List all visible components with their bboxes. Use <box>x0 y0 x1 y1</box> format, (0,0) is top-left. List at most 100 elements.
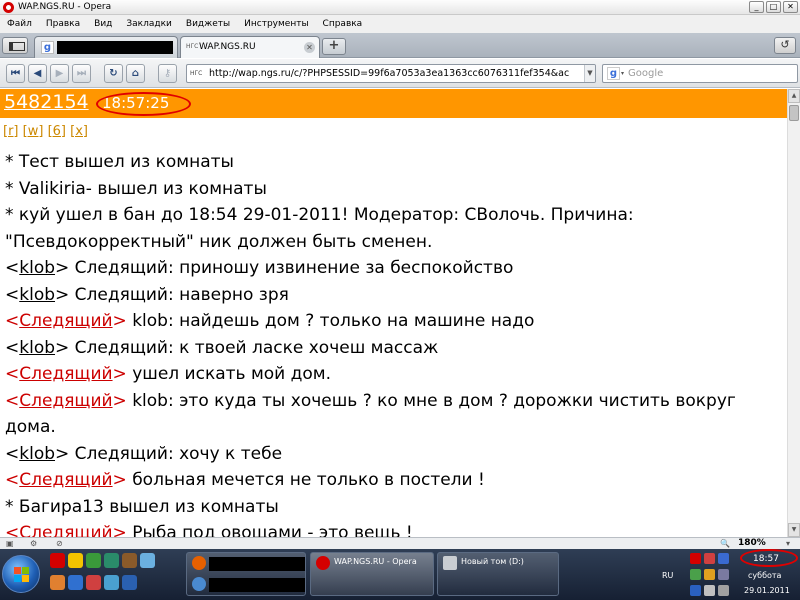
scroll-up-arrow-icon[interactable]: ▲ <box>788 89 800 103</box>
system-tray: RU 18:57 суббота 29.01.2011 <box>660 549 800 600</box>
nick-bracket: > <box>112 470 127 490</box>
nick-link[interactable]: Следящий <box>19 470 112 490</box>
nick-bracket: < <box>5 258 20 278</box>
quicklaunch-icon-7[interactable] <box>50 575 65 590</box>
close-button[interactable]: ✕ <box>783 1 798 13</box>
google-search-icon[interactable]: g <box>607 67 620 80</box>
bluetooth-icon[interactable] <box>690 585 701 596</box>
nick-link[interactable]: Следящий <box>19 311 112 331</box>
start-button[interactable] <box>2 555 40 593</box>
unite-icon[interactable]: ⊘ <box>56 539 63 549</box>
nick-link[interactable]: Следящий <box>19 391 112 411</box>
tray-opera-icon[interactable] <box>690 553 701 564</box>
search-engine-dropdown-icon[interactable]: ▾ <box>621 65 624 82</box>
back-button[interactable]: ◀ <box>28 64 47 83</box>
quicklaunch-icon-6[interactable] <box>140 553 155 568</box>
search-field[interactable]: g ▾ Google <box>602 64 798 83</box>
zoom-dropdown-icon[interactable]: ▾ <box>786 539 790 549</box>
tab-close-icon[interactable]: ✕ <box>304 42 315 53</box>
menu-widgets[interactable]: Виджеты <box>179 15 237 33</box>
nick-bracket: > <box>112 364 127 384</box>
chat-message-text: Следящий: к твоей ласке хочеш массаж <box>69 337 439 358</box>
security-key-icon[interactable]: ⚷ <box>158 64 177 83</box>
tray-icon-5[interactable] <box>704 569 715 580</box>
menu-tools[interactable]: Инструменты <box>237 15 315 33</box>
tab-google[interactable]: g <box>34 36 178 58</box>
language-indicator[interactable]: RU <box>662 571 673 580</box>
fast-forward-button[interactable]: ⏭ <box>72 64 91 83</box>
system-message-text: * Багира13 вышел из комнаты <box>5 496 279 517</box>
taskbar-item-firefox[interactable] <box>186 552 306 596</box>
tray-clock-day: суббота <box>748 571 782 580</box>
zoom-icon[interactable]: 🔍 <box>720 539 730 549</box>
quicklaunch-icon-11[interactable] <box>122 575 137 590</box>
tab-wap-ngs[interactable]: НГС WAP.NGS.RU ✕ <box>180 36 320 58</box>
scrollbar-thumb[interactable] <box>789 105 799 121</box>
address-field[interactable]: НГС http://wap.ngs.ru/c/?PHPSESSID=99f6a… <box>186 64 596 83</box>
minimize-button[interactable]: _ <box>749 1 764 13</box>
tray-icon-4[interactable] <box>690 569 701 580</box>
maximize-button[interactable]: □ <box>766 1 781 13</box>
taskbar-item-opera[interactable]: WAP.NGS.RU - Opera <box>310 552 434 596</box>
nick-bracket: > <box>112 311 127 331</box>
menu-bookmarks[interactable]: Закладки <box>119 15 179 33</box>
title-bar: WAP.NGS.RU - Opera _ □ ✕ <box>0 0 800 15</box>
chat-message-text: klob: найдешь дом ? только на машине над… <box>126 311 535 331</box>
nick-link[interactable]: klob <box>19 338 55 358</box>
url-dropdown-icon[interactable]: ▼ <box>584 65 595 82</box>
network-icon[interactable] <box>704 585 715 596</box>
chat-message-text: Следящий: наверно зря <box>69 284 289 305</box>
chat-message-text: Следящий: приношу извинение за беспокойс… <box>69 258 514 278</box>
tray-icon-2[interactable] <box>704 553 715 564</box>
nick-link[interactable]: klob <box>19 285 55 305</box>
url-text[interactable]: http://wap.ngs.ru/c/?PHPSESSID=99f6a7053… <box>209 65 569 82</box>
volume-icon[interactable] <box>718 585 729 596</box>
drive-icon <box>443 556 457 570</box>
chat-message: <Следящий> klob: найдешь дом ? только на… <box>5 308 785 335</box>
zoom-level[interactable]: 180% <box>738 538 766 549</box>
link-6[interactable]: [6] <box>48 124 66 139</box>
quicklaunch-icon-10[interactable] <box>104 575 119 590</box>
nick-link[interactable]: Следящий <box>19 364 112 384</box>
quicklaunch-icon-5[interactable] <box>122 553 137 568</box>
tray-icon-6[interactable] <box>718 569 729 580</box>
panel-icon[interactable]: ▣ <box>6 539 14 549</box>
menu-help[interactable]: Справка <box>316 15 370 33</box>
vertical-scrollbar[interactable]: ▲ ▼ <box>787 89 800 537</box>
taskbar-item-explorer[interactable]: Новый том (D:) <box>437 552 559 596</box>
menu-view[interactable]: Вид <box>87 15 119 33</box>
chat-message-text: ушел искать мой дом. <box>126 364 332 384</box>
quicklaunch-opera-icon[interactable] <box>50 553 65 568</box>
rewind-button[interactable]: ⏮ <box>6 64 25 83</box>
nick-bracket: > <box>112 390 127 411</box>
turbo-icon[interactable]: ⚙ <box>30 539 37 549</box>
forward-button[interactable]: ▶ <box>50 64 69 83</box>
quicklaunch-icon-4[interactable] <box>104 553 119 568</box>
home-button[interactable]: ⌂ <box>126 64 145 83</box>
panels-toggle-button[interactable] <box>2 37 28 54</box>
new-tab-button[interactable]: + <box>322 38 346 55</box>
screen: WAP.NGS.RU - Opera _ □ ✕ Файл Правка Вид… <box>0 0 800 600</box>
nick-link[interactable]: klob <box>19 444 55 464</box>
tray-clock-date: 29.01.2011 <box>744 586 790 595</box>
taskbar-label-redacted <box>209 557 305 571</box>
nick-link[interactable]: klob <box>19 258 55 278</box>
counter-link[interactable]: 5482154 <box>4 90 89 114</box>
link-x[interactable]: [x] <box>70 124 88 139</box>
menu-file[interactable]: Файл <box>0 15 39 33</box>
link-r[interactable]: [r] <box>3 124 19 139</box>
nick-bracket: < <box>5 523 20 537</box>
tray-icon-3[interactable] <box>718 553 729 564</box>
quicklaunch-icon-9[interactable] <box>86 575 101 590</box>
quicklaunch-icon-3[interactable] <box>86 553 101 568</box>
reload-button[interactable]: ↻ <box>104 64 123 83</box>
nick-link[interactable]: Следящий <box>19 523 112 537</box>
link-w[interactable]: [w] <box>23 124 44 139</box>
windows-taskbar: WAP.NGS.RU - Opera Новый том (D:) RU 18:… <box>0 549 800 600</box>
quicklaunch-icon-8[interactable] <box>68 575 83 590</box>
menu-edit[interactable]: Правка <box>39 15 87 33</box>
closed-tabs-trash-icon[interactable]: ↺ <box>774 37 796 54</box>
chat-message: * куй ушел в бан до 18:54 29-01-2011! Мо… <box>5 202 785 255</box>
scroll-down-arrow-icon[interactable]: ▼ <box>788 523 800 537</box>
quicklaunch-icon-2[interactable] <box>68 553 83 568</box>
